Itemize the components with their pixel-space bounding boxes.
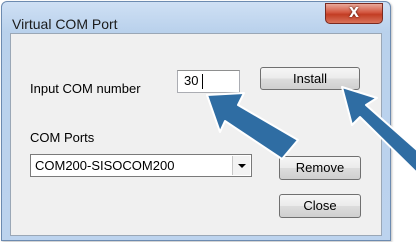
window-title: Virtual COM Port [12,16,118,32]
chevron-down-icon [238,164,246,168]
com-ports-selected: COM200-SISOCOM200 [35,158,175,173]
com-ports-label: COM Ports [30,130,95,145]
install-button-label: Install [293,71,327,86]
install-button[interactable]: Install [260,67,360,90]
remove-button-label: Remove [295,160,345,175]
dialog-body: Input COM number 30 Install COM Ports CO… [10,33,382,236]
input-com-number-label: Input COM number [30,81,141,96]
com-number-value: 30 [184,73,199,88]
window-close-button[interactable]: X [325,3,383,24]
close-button[interactable]: Close [279,194,361,218]
dropdown-toggle[interactable] [232,156,250,175]
dialog-window: Virtual COM Port X Input COM number 30 I… [1,1,391,241]
remove-button[interactable]: Remove [279,156,361,180]
com-ports-dropdown[interactable]: COM200-SISOCOM200 [30,154,252,177]
title-bar[interactable]: Virtual COM Port X [2,2,390,32]
com-number-input[interactable]: 30 [177,70,240,93]
close-icon: X [348,6,360,21]
close-button-label: Close [303,198,337,213]
text-caret [202,74,203,89]
